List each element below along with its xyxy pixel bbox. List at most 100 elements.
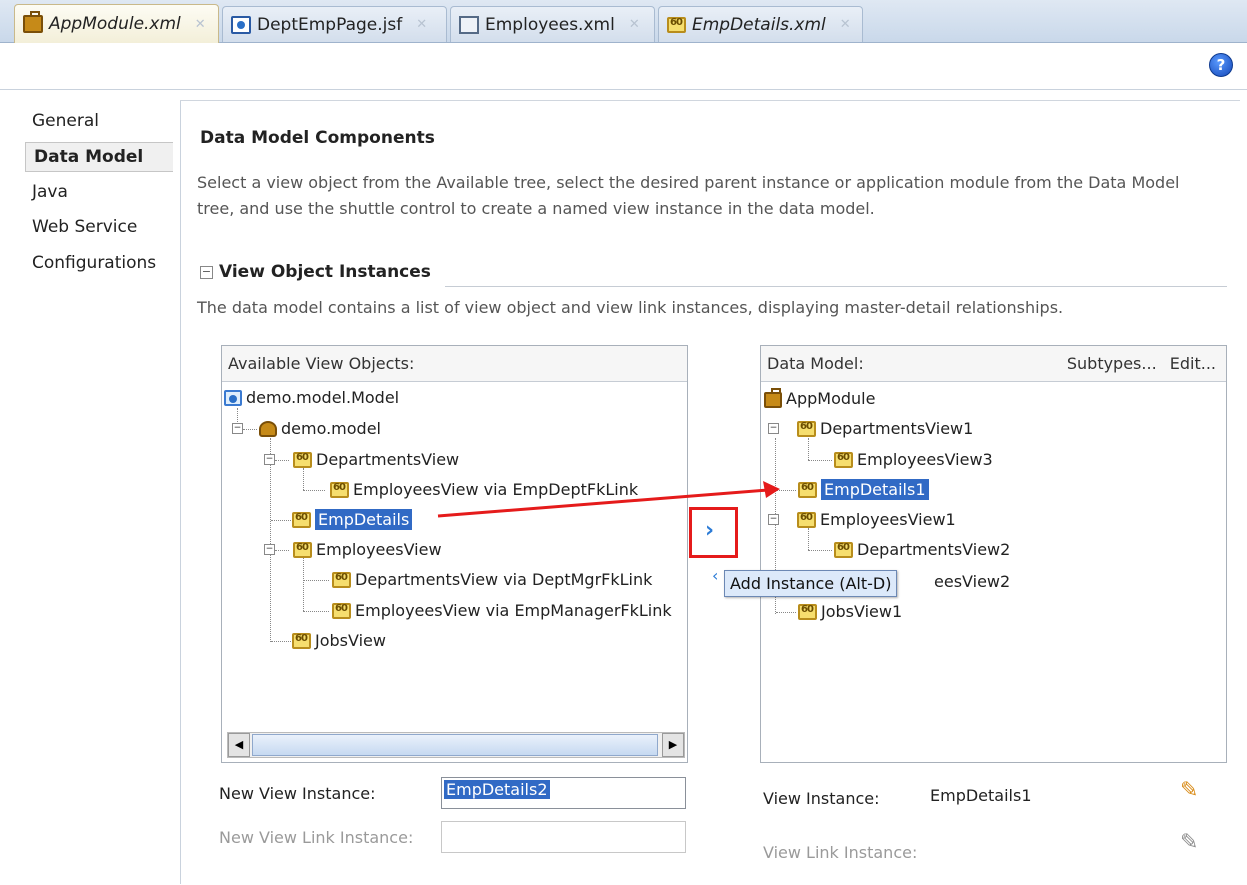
tree-line: [776, 612, 796, 613]
tab-employees-xml[interactable]: Employees.xml ✕: [450, 6, 655, 42]
edit-button[interactable]: Edit...: [1170, 354, 1216, 373]
tab-label: DeptEmpPage.jsf: [257, 14, 403, 35]
nav-item-web-service[interactable]: Web Service: [32, 217, 137, 237]
nav-item-data-model[interactable]: Data Model: [25, 142, 173, 172]
tree-line: [808, 528, 809, 550]
page-title: Data Model Components: [200, 128, 435, 148]
available-header: Available View Objects:: [222, 346, 687, 382]
tree-node[interactable]: − EmployeesView: [264, 540, 442, 559]
nav-item-java[interactable]: Java: [32, 182, 68, 202]
tab-deptemppage-jsf[interactable]: DeptEmpPage.jsf ✕: [222, 6, 447, 42]
view-object-icon: [667, 16, 686, 33]
view-link-instance-label: View Link Instance:: [763, 843, 918, 862]
section-header: − View Object Instances: [200, 262, 431, 282]
subtypes-button[interactable]: Subtypes...: [1067, 354, 1157, 373]
tree-node-label: EmployeesView3: [857, 450, 993, 469]
suitcase-icon: [764, 388, 782, 408]
new-view-instance-field[interactable]: EmpDetails2: [441, 777, 686, 809]
tree-node[interactable]: JobsView1: [798, 602, 902, 621]
new-view-link-instance-label: New View Link Instance:: [219, 828, 414, 847]
scrollbar-thumb[interactable]: [252, 734, 658, 756]
tree-line: [271, 520, 291, 521]
tree-node[interactable]: JobsView: [292, 631, 386, 650]
section-divider: [445, 286, 1227, 287]
section-description: The data model contains a list of view o…: [197, 298, 1064, 317]
collapse-icon[interactable]: −: [200, 265, 213, 279]
view-object-icon: [834, 541, 853, 558]
view-object-icon: [798, 481, 817, 498]
edit-pencil-icon-disabled: ✎: [1180, 830, 1199, 855]
add-instance-tooltip: Add Instance (Alt-D): [724, 570, 898, 597]
tree-node[interactable]: − demo.model: [232, 419, 381, 438]
tree-node-label: DepartmentsView: [316, 450, 460, 469]
tree-node[interactable]: EmployeesView via EmpManagerFkLink: [332, 601, 684, 620]
edit-pencil-icon[interactable]: ✎: [1180, 778, 1198, 803]
add-instance-button[interactable]: ›: [705, 518, 714, 543]
tree-node-label: DepartmentsView1: [820, 419, 974, 438]
tab-label: Employees.xml: [485, 14, 615, 35]
close-icon[interactable]: ✕: [840, 17, 851, 32]
tree-node[interactable]: EmpDetails1: [798, 479, 929, 500]
close-icon[interactable]: ✕: [629, 17, 640, 32]
suitcase-icon: [23, 11, 43, 33]
jsf-page-icon: [231, 15, 251, 34]
data-model-title: Data Model:: [767, 354, 864, 373]
folder-icon: [224, 389, 242, 406]
close-icon[interactable]: ✕: [195, 17, 206, 32]
view-object-icon: [293, 541, 312, 558]
collapse-icon[interactable]: −: [768, 423, 779, 434]
view-instance-value: EmpDetails1: [930, 786, 1032, 805]
page-description: Select a view object from the Available …: [197, 173, 1180, 218]
tree-line: [303, 468, 304, 490]
view-object-icon: [293, 451, 312, 468]
tab-appmodule-xml[interactable]: AppModule.xml ✕: [14, 4, 219, 43]
tree-node[interactable]: EmployeesView3: [834, 450, 993, 469]
tree-node-label: demo.model.Model: [246, 388, 400, 407]
tab-empdetails-xml[interactable]: EmpDetails.xml ✕: [658, 6, 863, 42]
tree-node[interactable]: − DepartmentsView: [264, 450, 459, 469]
toolbar: ?: [0, 43, 1247, 90]
tab-label: AppModule.xml: [49, 14, 181, 34]
tree-line: [271, 641, 291, 642]
tree-node-label: DepartmentsView2: [857, 540, 1011, 559]
tree-node[interactable]: EmpDetails: [292, 509, 413, 530]
scroll-left-icon[interactable]: ◀: [228, 733, 250, 757]
tree-node[interactable]: eesView2: [934, 572, 1010, 591]
new-view-instance-label: New View Instance:: [219, 784, 376, 803]
tree-line: [808, 460, 832, 461]
view-object-icon: [798, 603, 817, 620]
tab-label: EmpDetails.xml: [692, 14, 826, 35]
tree-node-label: JobsView1: [821, 602, 903, 621]
tree-node[interactable]: demo.model.Model: [224, 388, 399, 407]
entity-icon: [459, 15, 479, 34]
horizontal-scrollbar[interactable]: ◀ ▶: [227, 732, 685, 758]
view-object-icon: [834, 451, 853, 468]
view-link-icon: [332, 571, 351, 588]
close-icon[interactable]: ✕: [416, 17, 427, 32]
tree-node[interactable]: − DepartmentsView1: [768, 419, 973, 438]
tree-node-label: EmpDetails1: [821, 479, 929, 500]
left-navigation: General Data Model Java Web Service Conf…: [17, 100, 181, 884]
nav-item-configurations[interactable]: Configurations: [32, 253, 156, 273]
tree-node[interactable]: − EmployeesView1: [768, 510, 956, 529]
help-icon[interactable]: ?: [1209, 53, 1233, 77]
tree-line: [808, 550, 832, 551]
section-title: View Object Instances: [219, 262, 431, 282]
tree-node-label: EmployeesView: [316, 540, 442, 559]
annotation-arrow-head: [763, 481, 780, 498]
tree-node-label: EmpDetails: [315, 509, 413, 530]
collapse-icon[interactable]: −: [232, 423, 243, 434]
nav-item-general[interactable]: General: [32, 111, 99, 131]
tree-node[interactable]: DepartmentsView via DeptMgrFkLink: [332, 570, 652, 589]
tree-node[interactable]: DepartmentsView2: [834, 540, 1010, 559]
new-view-instance-value: EmpDetails2: [444, 780, 550, 799]
tree-node-label: demo.model: [281, 419, 381, 438]
new-view-link-instance-field[interactable]: [441, 821, 686, 853]
collapse-icon[interactable]: −: [264, 544, 275, 555]
tree-line: [303, 611, 329, 612]
tree-node[interactable]: AppModule: [764, 388, 875, 408]
view-instance-label: View Instance:: [763, 789, 880, 808]
tree-node-label: EmployeesView1: [820, 510, 956, 529]
scroll-right-icon[interactable]: ▶: [662, 733, 684, 757]
collapse-icon[interactable]: −: [264, 454, 275, 465]
